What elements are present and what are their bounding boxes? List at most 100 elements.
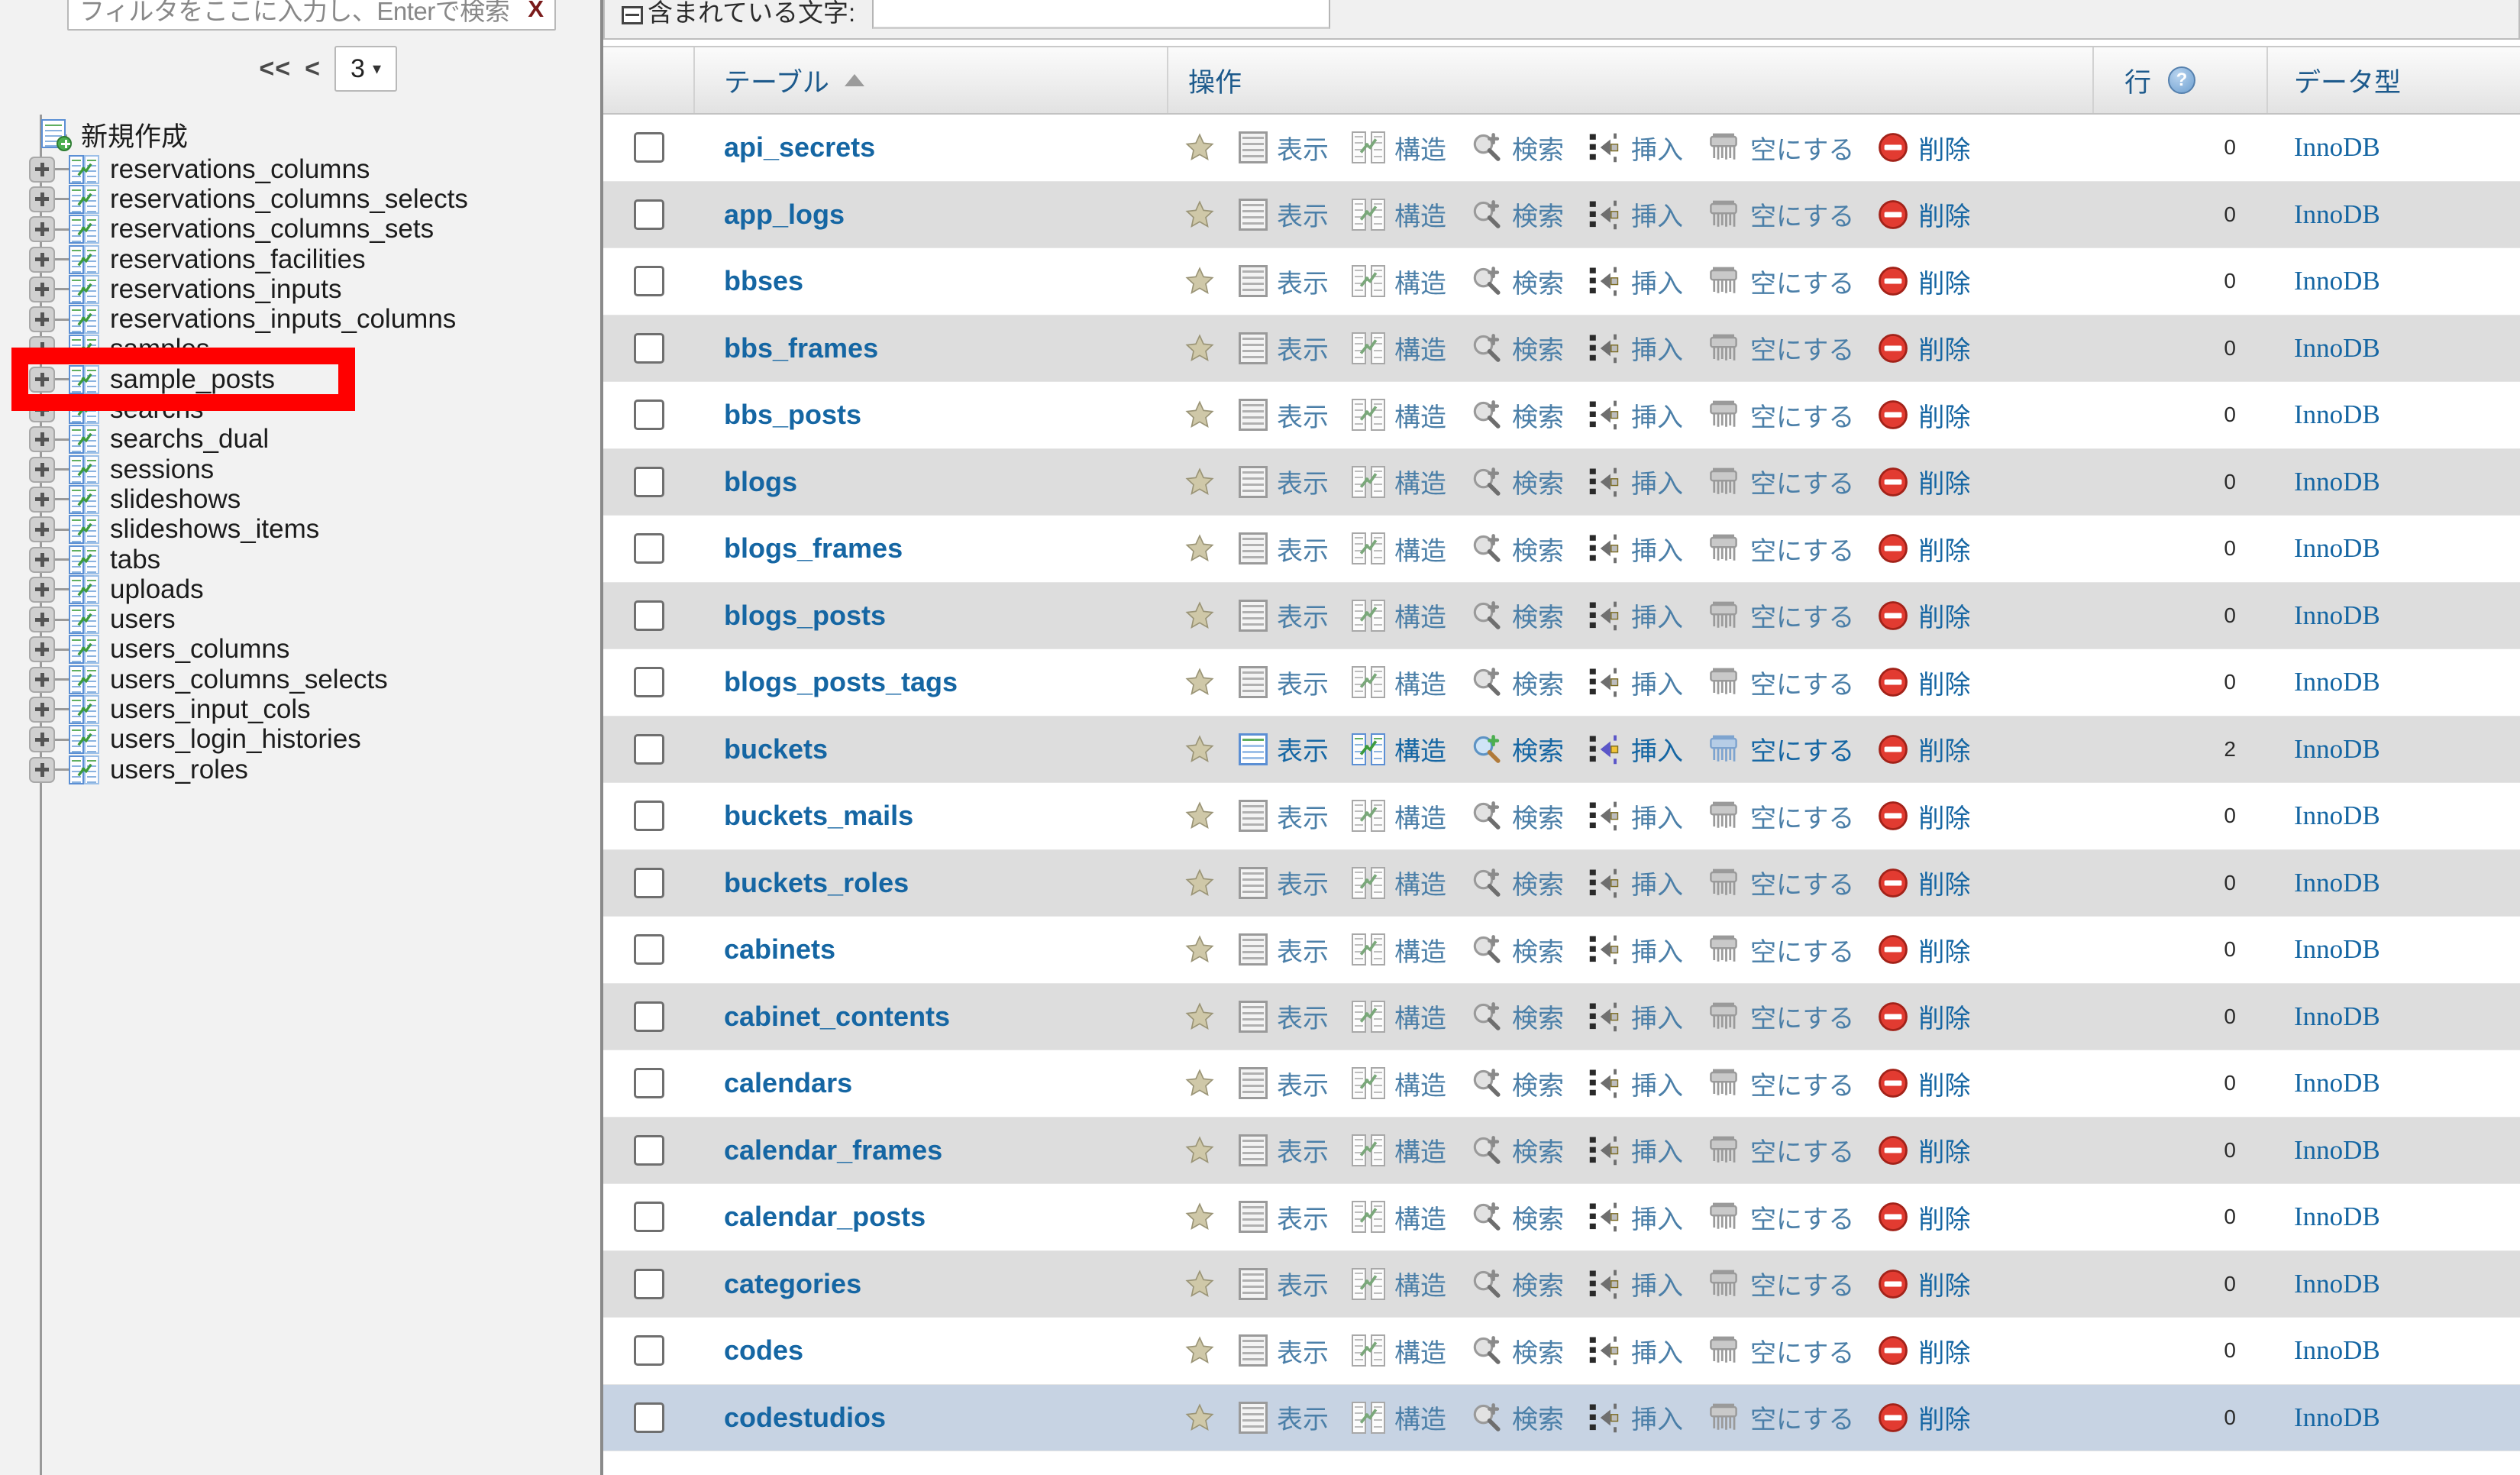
favorite-star-icon[interactable] <box>1184 600 1216 631</box>
expand-node-icon[interactable] <box>29 426 55 453</box>
op-favorite[interactable] <box>1184 667 1216 697</box>
search-icon[interactable] <box>1469 1334 1503 1367</box>
op-structure[interactable]: 構造 <box>1352 1332 1446 1370</box>
browse-icon[interactable] <box>1239 1134 1268 1166</box>
favorite-star-icon[interactable] <box>1184 1269 1216 1299</box>
op-insert[interactable]: 挿入 <box>1587 463 1683 500</box>
tree-item-slideshows_items[interactable]: slideshows_items <box>0 514 600 545</box>
op-structure[interactable]: 構造 <box>1352 730 1446 768</box>
insert-icon[interactable] <box>1587 199 1622 231</box>
op-search[interactable]: 検索 <box>1469 1332 1564 1370</box>
table-row[interactable]: bbs_posts 表示 構造 検索 挿入 空にする 削除 0 InnoDB <box>603 382 2520 449</box>
expand-node-icon[interactable] <box>29 156 55 183</box>
search-icon[interactable] <box>1469 265 1503 297</box>
table-row[interactable]: buckets_roles 表示 構造 検索 挿入 空にする 削除 0 InnoDB <box>603 849 2520 917</box>
op-insert[interactable]: 挿入 <box>1587 396 1683 434</box>
op-structure[interactable]: 構造 <box>1352 129 1446 167</box>
tree-item-searchs[interactable]: searchs <box>0 394 600 424</box>
op-favorite[interactable] <box>1184 600 1216 631</box>
browse-icon[interactable] <box>1239 1201 1268 1234</box>
table-name-link[interactable]: bbses <box>724 265 803 297</box>
op-structure[interactable]: 構造 <box>1352 463 1446 500</box>
tree-item-reservations_facilities[interactable]: reservations_facilities <box>0 244 600 274</box>
empty-table-icon[interactable] <box>1706 131 1741 163</box>
op-search[interactable]: 検索 <box>1469 730 1564 768</box>
op-browse[interactable]: 表示 <box>1239 998 1329 1035</box>
expand-node-icon[interactable] <box>29 546 55 573</box>
table-name-link[interactable]: app_logs <box>724 199 845 231</box>
op-empty[interactable]: 空にする <box>1706 1332 1854 1370</box>
browse-icon[interactable] <box>1239 800 1268 833</box>
row-select-checkbox[interactable] <box>634 1134 664 1166</box>
op-favorite[interactable] <box>1184 333 1216 364</box>
tree-item-uploads[interactable]: uploads <box>0 574 600 604</box>
prev-page-button[interactable]: < <box>305 54 321 84</box>
op-insert[interactable]: 挿入 <box>1587 263 1683 300</box>
op-empty[interactable]: 空にする <box>1706 931 1854 969</box>
browse-icon[interactable] <box>1239 1267 1268 1300</box>
table-name-link[interactable]: calendars <box>724 1067 852 1099</box>
search-icon[interactable] <box>1469 933 1503 966</box>
op-favorite[interactable] <box>1184 1402 1216 1433</box>
search-icon[interactable] <box>1469 466 1503 498</box>
table-row[interactable]: calendar_posts 表示 構造 検索 挿入 空にする 削除 0 InnoDB <box>603 1184 2520 1251</box>
op-drop[interactable]: 削除 <box>1877 1198 1970 1236</box>
clear-filter-icon[interactable]: X <box>520 0 544 23</box>
op-browse[interactable]: 表示 <box>1239 664 1329 701</box>
structure-icon[interactable] <box>1352 465 1385 498</box>
op-structure[interactable]: 構造 <box>1352 597 1446 634</box>
structure-icon[interactable] <box>1352 1401 1385 1434</box>
favorite-star-icon[interactable] <box>1184 868 1216 898</box>
expand-node-icon[interactable] <box>29 336 55 363</box>
header-type[interactable]: データ型 <box>2268 47 2520 113</box>
op-favorite[interactable] <box>1184 801 1216 831</box>
browse-icon[interactable] <box>1239 532 1268 565</box>
expand-node-icon[interactable] <box>29 486 55 513</box>
tree-item-reservations_inputs[interactable]: reservations_inputs <box>0 274 600 304</box>
expand-node-icon[interactable] <box>29 516 55 543</box>
op-structure[interactable]: 構造 <box>1352 864 1446 901</box>
tree-item-searchs_dual[interactable]: searchs_dual <box>0 424 600 454</box>
empty-table-icon[interactable] <box>1706 733 1741 765</box>
op-drop[interactable]: 削除 <box>1877 1131 1970 1169</box>
expand-node-icon[interactable] <box>29 696 55 723</box>
insert-icon[interactable] <box>1587 600 1622 632</box>
table-row[interactable]: buckets_mails 表示 構造 検索 挿入 空にする 削除 0 InnoDB <box>603 783 2520 850</box>
op-insert[interactable]: 挿入 <box>1587 864 1683 901</box>
expand-node-icon[interactable] <box>29 306 55 333</box>
row-select-checkbox[interactable] <box>634 466 664 497</box>
op-drop[interactable]: 削除 <box>1877 931 1970 969</box>
row-select-checkbox[interactable] <box>634 600 664 631</box>
op-structure[interactable]: 構造 <box>1352 797 1446 835</box>
op-empty[interactable]: 空にする <box>1706 998 1854 1035</box>
op-search[interactable]: 検索 <box>1469 597 1564 634</box>
empty-table-icon[interactable] <box>1706 1001 1741 1033</box>
op-browse[interactable]: 表示 <box>1239 1198 1329 1236</box>
op-browse[interactable]: 表示 <box>1239 730 1329 768</box>
favorite-star-icon[interactable] <box>1184 1068 1216 1098</box>
op-favorite[interactable] <box>1184 1135 1216 1166</box>
favorite-star-icon[interactable] <box>1184 934 1216 965</box>
row-select-checkbox[interactable] <box>634 1402 664 1433</box>
tree-item-new-table[interactable]: 新規作成 <box>0 115 600 154</box>
op-search[interactable]: 検索 <box>1469 263 1564 300</box>
op-favorite[interactable] <box>1184 734 1216 765</box>
empty-table-icon[interactable] <box>1706 265 1741 297</box>
table-row[interactable]: blogs_posts_tags 表示 構造 検索 挿入 空にする 削除 0 InnoDB <box>603 649 2520 716</box>
op-empty[interactable]: 空にする <box>1706 1131 1854 1169</box>
op-insert[interactable]: 挿入 <box>1587 664 1683 701</box>
structure-icon[interactable] <box>1352 332 1385 364</box>
drop-table-icon[interactable] <box>1877 399 1909 431</box>
expand-node-icon[interactable] <box>29 606 55 633</box>
empty-table-icon[interactable] <box>1706 1201 1741 1233</box>
op-empty[interactable]: 空にする <box>1706 1265 1854 1302</box>
header-table-name[interactable]: テーブル <box>695 47 1168 113</box>
op-search[interactable]: 検索 <box>1469 664 1564 701</box>
tree-item-slideshows[interactable]: slideshows <box>0 484 600 514</box>
op-browse[interactable]: 表示 <box>1239 1065 1329 1102</box>
tree-item-users_roles[interactable]: users_roles <box>0 755 600 784</box>
op-favorite[interactable] <box>1184 467 1216 497</box>
op-browse[interactable]: 表示 <box>1239 797 1329 835</box>
op-insert[interactable]: 挿入 <box>1587 329 1683 367</box>
favorite-star-icon[interactable] <box>1184 533 1216 564</box>
